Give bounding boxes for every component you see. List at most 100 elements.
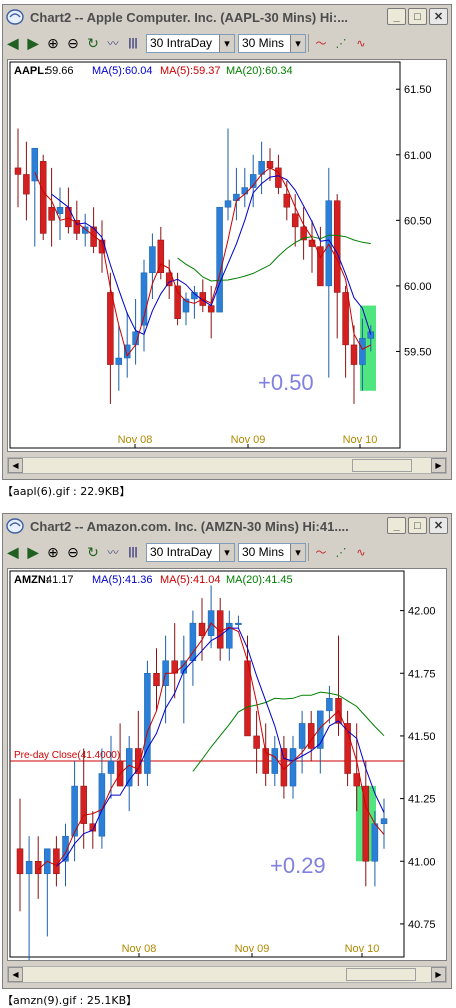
oscillator-icon: ∿ bbox=[356, 37, 366, 50]
chevron-down-icon: ▾ bbox=[290, 34, 305, 52]
chart-window-amzn: Chart2 -- Amazon.com. Inc. (AMZN-30 Mins… bbox=[2, 513, 452, 989]
volume-indicator-button[interactable]: ⋰ bbox=[331, 542, 351, 562]
price-chart[interactable]: Nov 08 Nov 09 Nov 10 42.00 41.75 41.50 41.25 41… bbox=[8, 569, 446, 962]
title-bar[interactable]: Chart2 -- Apple Computer. Inc. (AAPL-30 … bbox=[3, 5, 451, 29]
maximize-icon: □ bbox=[414, 519, 421, 532]
chevron-down-icon: ▾ bbox=[219, 34, 234, 52]
minimize-button[interactable]: _ bbox=[387, 8, 406, 25]
candle-body bbox=[380, 818, 388, 824]
line-chart-button[interactable]: 〰 bbox=[103, 542, 123, 562]
candle-body bbox=[153, 673, 160, 687]
back-button[interactable]: ◀ bbox=[3, 542, 23, 562]
scroll-right-icon: ▶ bbox=[435, 970, 442, 979]
bar-chart-button[interactable]: ||| bbox=[123, 33, 143, 53]
price-tick-label: 60.00 bbox=[404, 281, 432, 293]
volume-indicator-icon: ⋰ bbox=[335, 546, 347, 559]
candle-body bbox=[371, 823, 379, 862]
ma5-blue-legend: MA(5):41.36 bbox=[92, 574, 153, 586]
candle-body bbox=[333, 200, 341, 293]
line-chart-button[interactable]: 〰 bbox=[103, 33, 123, 53]
chevron-down-icon: ▾ bbox=[290, 543, 305, 561]
candle-body bbox=[56, 206, 64, 215]
oscillator-button[interactable]: ∿ bbox=[351, 33, 371, 53]
forward-button[interactable]: ▶ bbox=[23, 33, 43, 53]
ma-indicator-icon: 〜 bbox=[315, 38, 327, 50]
zoom-out-button[interactable]: ⊖ bbox=[63, 33, 83, 53]
ma5-red-legend: MA(5):59.37 bbox=[160, 65, 221, 77]
oscillator-button[interactable]: ∿ bbox=[351, 542, 371, 562]
app-icon bbox=[6, 9, 24, 25]
candle-body bbox=[144, 673, 151, 774]
price-tick-label: 61.00 bbox=[404, 150, 432, 162]
candle-body bbox=[224, 200, 232, 208]
date-tick-label: Nov 09 bbox=[231, 434, 266, 446]
ma5-red-legend: MA(5):41.04 bbox=[160, 574, 221, 586]
date-tick-label: Nov 10 bbox=[343, 434, 378, 446]
chart-area[interactable]: Nov 08 Nov 09 Nov 10 61.50 61.00 60.50 60.00 59… bbox=[7, 59, 447, 452]
horizontal-scrollbar[interactable]: ◀ ▶ bbox=[7, 457, 447, 474]
oscillator-icon: ∿ bbox=[356, 546, 366, 559]
minimize-button[interactable]: _ bbox=[387, 517, 406, 534]
ma20-legend: MA(20):41.45 bbox=[226, 574, 293, 586]
candle-body bbox=[241, 187, 249, 195]
price-tick-label: 41.50 bbox=[408, 731, 436, 743]
scroll-right-button[interactable]: ▶ bbox=[431, 458, 446, 473]
candle-body bbox=[350, 344, 358, 365]
back-button[interactable]: ◀ bbox=[3, 33, 23, 53]
interval-select-value: 30 IntraDay bbox=[150, 36, 213, 50]
scroll-left-icon: ◀ bbox=[12, 461, 19, 470]
candle-body bbox=[216, 206, 223, 313]
interval-select[interactable]: 30 IntraDay ▾ bbox=[146, 542, 235, 562]
date-tick-label: Nov 10 bbox=[345, 943, 380, 955]
symbol-value: 59.66 bbox=[46, 65, 74, 77]
volume-indicator-button[interactable]: ⋰ bbox=[331, 33, 351, 53]
period-select[interactable]: 30 Mins ▾ bbox=[238, 33, 306, 53]
maximize-button[interactable]: □ bbox=[408, 8, 427, 25]
bar-chart-button[interactable]: ||| bbox=[123, 542, 143, 562]
chart-area[interactable]: Nov 08 Nov 09 Nov 10 42.00 41.75 41.50 41.25 41… bbox=[7, 568, 447, 962]
scroll-thumb[interactable] bbox=[352, 459, 412, 472]
close-button[interactable]: ✕ bbox=[429, 8, 448, 25]
interval-select[interactable]: 30 IntraDay ▾ bbox=[146, 33, 235, 53]
candle-body bbox=[235, 622, 242, 625]
zoom-out-button[interactable]: ⊖ bbox=[63, 542, 83, 562]
title-bar[interactable]: Chart2 -- Amazon.com. Inc. (AMZN-30 Mins… bbox=[3, 514, 451, 538]
scroll-left-button[interactable]: ◀ bbox=[8, 967, 23, 982]
maximize-button[interactable]: □ bbox=[408, 517, 427, 534]
ma20-legend: MA(20):60.34 bbox=[226, 65, 293, 77]
forward-button[interactable]: ▶ bbox=[23, 542, 43, 562]
period-select-value: 30 Mins bbox=[242, 36, 285, 50]
horizontal-scrollbar[interactable]: ◀ ▶ bbox=[7, 966, 447, 983]
ma-indicator-button[interactable]: 〜 bbox=[311, 542, 331, 562]
price-tick-label: 60.50 bbox=[404, 215, 432, 227]
scroll-left-button[interactable]: ◀ bbox=[8, 458, 23, 473]
scroll-left-icon: ◀ bbox=[12, 970, 19, 979]
pre-day-close-label: Pre-day Close(41.4000) bbox=[14, 750, 120, 761]
zoom-in-button[interactable]: ⊕ bbox=[43, 33, 63, 53]
candle-body bbox=[14, 167, 22, 175]
period-select[interactable]: 30 Mins ▾ bbox=[238, 542, 306, 562]
price-tick-label: 41.25 bbox=[408, 794, 436, 806]
candle-body bbox=[367, 331, 375, 339]
toolbar-separator bbox=[308, 543, 309, 561]
symbol-label: AMZN: bbox=[14, 574, 49, 586]
close-button[interactable]: ✕ bbox=[429, 517, 448, 534]
refresh-button[interactable]: ↻ bbox=[83, 542, 103, 562]
price-chart[interactable]: Nov 08 Nov 09 Nov 10 61.50 61.00 60.50 60.00 59… bbox=[8, 60, 446, 451]
ma-indicator-icon: 〜 bbox=[315, 547, 327, 559]
scroll-right-button[interactable]: ▶ bbox=[431, 967, 446, 982]
ma-indicator-button[interactable]: 〜 bbox=[311, 33, 331, 53]
candle-body bbox=[80, 785, 87, 824]
price-tick-label: 59.50 bbox=[404, 346, 432, 358]
refresh-button[interactable]: ↻ bbox=[83, 33, 103, 53]
zoom-in-button[interactable]: ⊕ bbox=[43, 542, 63, 562]
zoom-out-icon: ⊖ bbox=[67, 543, 79, 560]
arrow-right-icon: ▶ bbox=[27, 543, 39, 560]
scroll-right-icon: ▶ bbox=[435, 461, 442, 470]
symbol-value: 41.17 bbox=[46, 574, 74, 586]
candle-body bbox=[342, 292, 349, 346]
minimize-icon: _ bbox=[393, 10, 400, 23]
bar-chart-icon: ||| bbox=[128, 546, 138, 558]
scroll-thumb[interactable] bbox=[346, 968, 416, 981]
arrow-left-icon: ◀ bbox=[7, 34, 19, 51]
